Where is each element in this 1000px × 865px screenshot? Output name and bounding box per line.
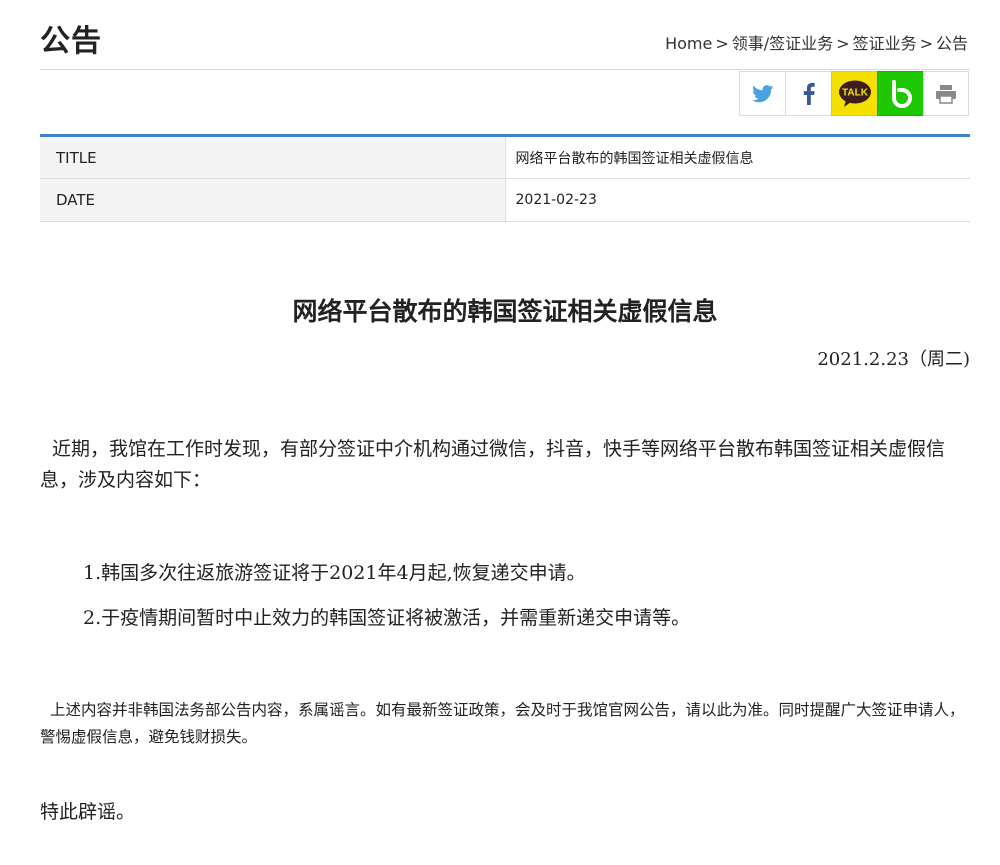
- share-bar: TALK: [739, 71, 969, 116]
- page-title: 公告: [40, 24, 102, 59]
- info-row-title: TITLE 网络平台散布的韩国签证相关虚假信息: [40, 135, 970, 179]
- breadcrumb-separator: >: [919, 34, 933, 53]
- share-band-button[interactable]: [877, 71, 923, 116]
- header-divider: [40, 69, 970, 70]
- article-heading: 网络平台散布的韩国签证相关虚假信息: [292, 297, 718, 326]
- share-twitter-button[interactable]: [739, 71, 785, 116]
- share-kakaotalk-button[interactable]: TALK: [831, 71, 877, 116]
- list-item: 1.韩国多次往返旅游签证将于2021年4月起,恢复递交申请。: [83, 562, 586, 584]
- breadcrumb-home[interactable]: Home: [665, 34, 712, 53]
- article-notice: 上述内容并非韩国法务部公告内容，系属谣言。如有最新签证政策，会及时于我馆官网公告…: [40, 701, 965, 746]
- facebook-icon: [803, 82, 815, 105]
- article-date: 2021.2.23（周二): [817, 349, 970, 370]
- breadcrumb-visa[interactable]: 签证业务: [853, 34, 917, 53]
- breadcrumb-separator: >: [836, 34, 850, 53]
- info-table: TITLE 网络平台散布的韩国签证相关虚假信息 DATE 2021-02-23: [40, 134, 970, 222]
- share-facebook-button[interactable]: [785, 71, 831, 116]
- breadcrumb: Home > 领事/签证业务 > 签证业务 > 公告: [665, 30, 968, 54]
- twitter-icon: [751, 84, 773, 102]
- date-label: DATE: [40, 178, 506, 222]
- print-button[interactable]: [923, 71, 969, 116]
- info-row-date: DATE 2021-02-23: [40, 178, 970, 222]
- article-closing: 特此辟谣。: [40, 801, 136, 823]
- list-item: 2.于疫情期间暂时中止效力的韩国签证将被激活，并需重新递交申请等。: [83, 607, 691, 629]
- kakaotalk-icon: TALK: [838, 80, 871, 107]
- title-label: TITLE: [40, 135, 506, 179]
- band-icon: [891, 79, 912, 108]
- breadcrumb-separator: >: [715, 34, 729, 53]
- kakaotalk-label: TALK: [842, 87, 869, 98]
- title-value: 网络平台散布的韩国签证相关虚假信息: [515, 150, 754, 167]
- article-intro: 近期，我馆在工作时发现，有部分签证中介机构通过微信，抖音，快手等网络平台散布韩国…: [40, 438, 946, 491]
- breadcrumb-consular[interactable]: 领事/签证业务: [732, 34, 833, 53]
- date-value: 2021-02-23: [515, 192, 597, 208]
- breadcrumb-current: 公告: [935, 34, 968, 53]
- print-icon: [936, 84, 956, 104]
